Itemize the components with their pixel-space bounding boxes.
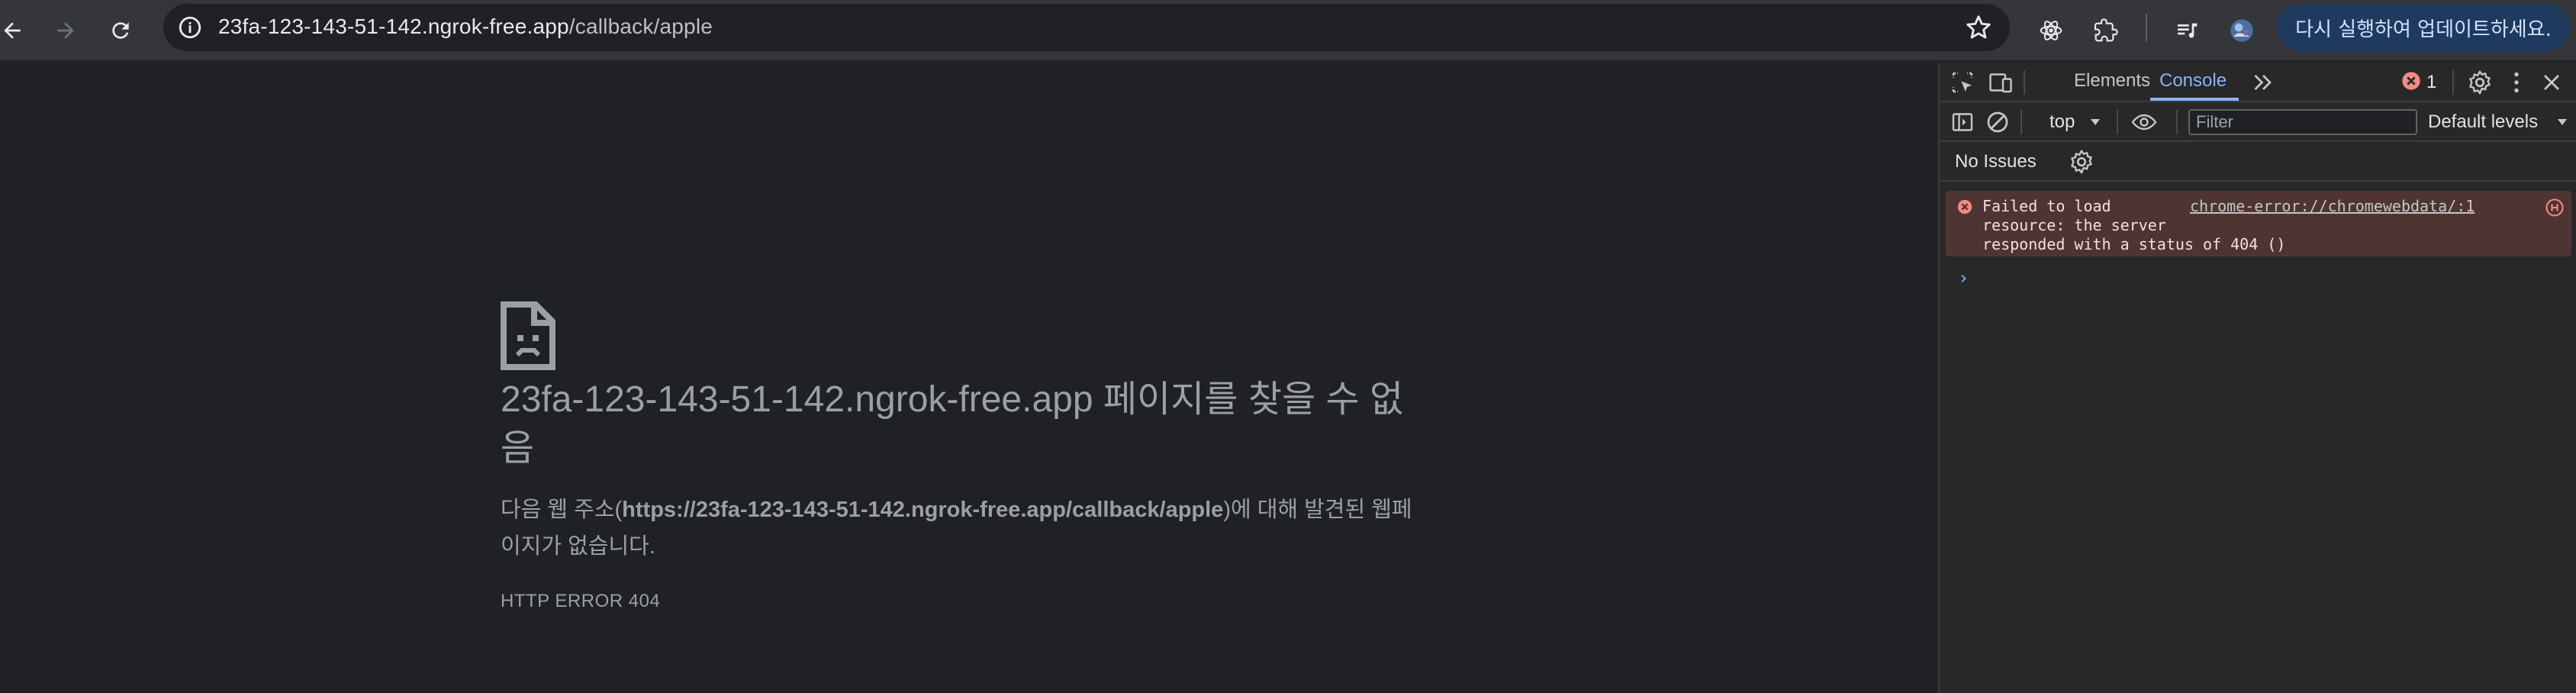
active-tab-underline (2150, 98, 2239, 101)
star-icon[interactable] (1964, 13, 1993, 42)
reload-button[interactable] (98, 8, 143, 53)
extensions-button[interactable] (2083, 8, 2129, 53)
react-devtools-button[interactable] (2028, 8, 2074, 53)
clear-icon (1987, 111, 2008, 133)
reload-icon (112, 22, 129, 39)
forward-icon (57, 22, 74, 39)
profile-avatar (2230, 19, 2253, 42)
settings-icon (2469, 70, 2491, 95)
context-selector[interactable]: top (2050, 111, 2075, 133)
console-filter-input[interactable]: Filter (2188, 109, 2417, 135)
inspect-button[interactable] (1949, 69, 1976, 96)
url-path: /callback/apple (568, 15, 713, 38)
error-count-button[interactable] (2401, 70, 2422, 92)
log-levels-dropdown[interactable]: Default levels (2428, 111, 2538, 133)
close-devtools-button[interactable] (2538, 69, 2565, 96)
more-tabs-icon (2254, 75, 2272, 90)
devtools-separator (2452, 70, 2454, 95)
error-desc-url: https://23fa-123-143-51-142.ngrok-free.a… (622, 498, 1224, 522)
ai-insight-icon[interactable] (2544, 197, 2565, 218)
browser-toolbar: 23fa-123-143-51-142.ngrok-free.app/callb… (0, 0, 2576, 61)
kebab-icon (2514, 72, 2519, 93)
devtools-menu-button[interactable] (2503, 69, 2530, 96)
forward-button[interactable] (43, 8, 89, 53)
error-code: HTTP ERROR 404 (501, 591, 661, 611)
settings-button[interactable] (2466, 69, 2494, 96)
close-icon (2544, 75, 2559, 90)
error-icon (2402, 72, 2420, 90)
settings-icon (2071, 150, 2092, 174)
devtools-separator (2117, 110, 2118, 134)
media-controls-button[interactable] (2164, 8, 2210, 53)
device-icon (1989, 73, 2012, 93)
devtools-separator (2176, 110, 2178, 134)
url-text: 23fa-123-143-51-142.ngrok-free.app/callb… (218, 15, 713, 39)
extensions-icon (2094, 18, 2118, 42)
eye-icon (2131, 114, 2157, 131)
devtools-separator (2024, 70, 2025, 95)
clear-console-button[interactable] (1984, 108, 2011, 136)
error-title: 23fa-123-143-51-142.ngrok-free.app 페이지를 … (501, 379, 1404, 469)
react-icon (2040, 21, 2062, 40)
update-chrome-button[interactable]: 다시 실행하여 업데이트하세요. (2277, 4, 2570, 51)
live-expression-button[interactable] (2130, 108, 2158, 136)
sidebar-icon (1952, 113, 1973, 131)
back-button[interactable] (0, 8, 35, 53)
device-toolbar-button[interactable] (1987, 69, 2014, 96)
error-icon (1957, 199, 1972, 214)
devtools-tab-strip: Elements Console 1 (1940, 63, 2576, 102)
console-toolbar: top Filter Default levels (1940, 102, 2576, 142)
sad-page-icon (501, 301, 555, 370)
url-host: 23fa-123-143-51-142.ngrok-free.app (218, 15, 569, 38)
console-prompt[interactable]: › (1958, 267, 1969, 288)
console-error-source-link[interactable]: chrome-error://chromewebdata/:1 (2190, 197, 2475, 215)
error-count: 1 (2426, 72, 2437, 92)
chevron-down-icon (2558, 119, 2567, 125)
console-error-message: Failed to load resource: the server resp… (1946, 191, 2571, 256)
console-sidebar-button[interactable] (1949, 108, 1976, 136)
error-desc-prefix: 다음 웹 주소( (501, 498, 623, 522)
inspect-icon (1952, 72, 1973, 93)
chevron-down-icon (2091, 119, 2100, 125)
devtools-panel: Elements Console 1 top Filter Default le… (1938, 63, 2576, 693)
error-description: 다음 웹 주소(https://23fa-123-143-51-142.ngro… (501, 492, 1416, 565)
profile-button[interactable] (2219, 8, 2265, 53)
issues-bar: No Issues (1940, 142, 2576, 182)
issues-label: No Issues (1955, 151, 2037, 172)
back-icon (4, 22, 21, 39)
info-icon[interactable] (177, 15, 203, 40)
address-bar[interactable]: 23fa-123-143-51-142.ngrok-free.app/callb… (163, 4, 2010, 51)
tab-console[interactable]: Console (2159, 70, 2227, 92)
more-tabs-button[interactable] (2249, 69, 2277, 96)
toolbar-separator (2146, 14, 2147, 41)
issues-settings-button[interactable] (2068, 148, 2095, 176)
tab-elements[interactable]: Elements (2074, 70, 2150, 92)
devtools-separator (2021, 110, 2022, 134)
media-icon (2178, 23, 2198, 38)
